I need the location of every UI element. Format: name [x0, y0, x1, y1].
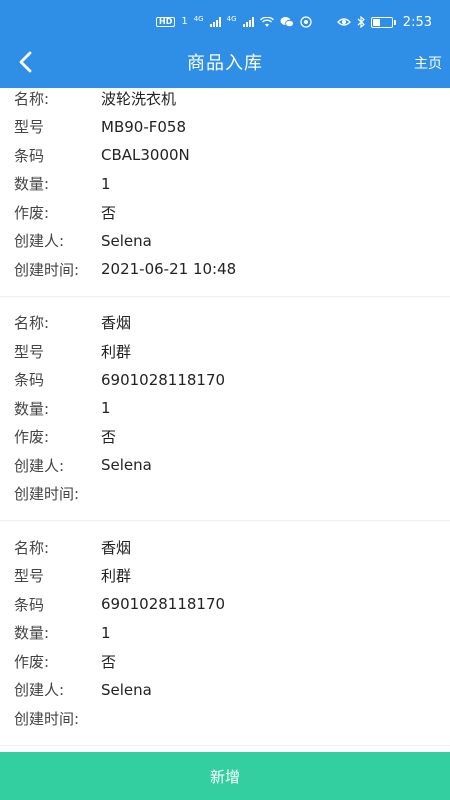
record-list[interactable]: 名称: 波轮洗衣机 型号 MB90-F058 条码 CBAL3000N 数量: 1 作废…: [0, 88, 450, 752]
label-quantity: 数量:: [14, 399, 50, 418]
label-name: 名称:: [14, 538, 50, 557]
battery-icon: [370, 16, 396, 28]
nav-bar: 商品入库 主页: [0, 44, 450, 80]
status-right: 2:53: [336, 14, 432, 30]
row-quantity: 数量: 1: [14, 170, 436, 199]
value-name: 波轮洗衣机: [101, 89, 177, 108]
row-creator: 创建人: Selena: [14, 451, 436, 480]
row-void: 作废: 否: [14, 647, 436, 676]
add-button[interactable]: 新增: [0, 752, 450, 800]
row-model: 型号 利群: [14, 337, 436, 366]
value-model: 利群: [101, 567, 132, 586]
value-created-time: 2021-06-21 10:48: [101, 260, 237, 279]
row-creator: 创建人: Selena: [14, 676, 436, 705]
row-barcode: 条码 6901028118170: [14, 590, 436, 619]
row-barcode: 条码 6901028118170: [14, 366, 436, 395]
row-created-time: 创建时间: 2021-06-21 10:48: [14, 255, 436, 284]
row-name: 名称: 香烟: [14, 533, 436, 562]
label-barcode: 条码: [14, 371, 45, 390]
page-title: 商品入库: [187, 53, 263, 74]
label-model: 型号: [14, 342, 45, 361]
wechat-icon: [280, 16, 294, 28]
label-created-time: 创建时间:: [14, 709, 80, 728]
label-void: 作废:: [14, 203, 50, 222]
chevron-left-icon: [19, 51, 32, 73]
row-barcode: 条码 CBAL3000N: [14, 141, 436, 170]
app-header: HD 1 4G 4G 2:53 商品入库 主页: [0, 0, 450, 88]
value-name: 香烟: [101, 538, 132, 557]
label-created-time: 创建时间:: [14, 485, 80, 504]
back-button[interactable]: [12, 49, 38, 75]
app-notification-icon: [299, 16, 312, 28]
row-quantity: 数量: 1: [14, 619, 436, 648]
value-barcode: CBAL3000N: [101, 146, 190, 165]
row-model: 型号 MB90-F058: [14, 113, 436, 142]
label-barcode: 条码: [14, 146, 45, 165]
network-type-2: 4G: [226, 15, 237, 23]
hd-icon: HD: [156, 17, 176, 27]
row-creator: 创建人: Selena: [14, 227, 436, 256]
label-creator: 创建人:: [14, 232, 65, 251]
label-quantity: 数量:: [14, 175, 50, 194]
row-created-time: 创建时间:: [14, 480, 436, 509]
record-card[interactable]: 名称: 波轮洗衣机 型号 MB90-F058 条码 CBAL3000N 数量: 1 作废…: [0, 88, 450, 297]
label-model: 型号: [14, 567, 45, 586]
value-quantity: 1: [101, 399, 111, 418]
value-barcode: 6901028118170: [101, 370, 226, 389]
row-void: 作废: 否: [14, 423, 436, 452]
label-creator: 创建人:: [14, 681, 65, 700]
signal-icon-1: [209, 17, 221, 27]
value-void: 否: [101, 652, 117, 671]
label-model: 型号: [14, 118, 45, 137]
value-creator: Selena: [101, 680, 152, 699]
label-quantity: 数量:: [14, 624, 50, 643]
status-bar: HD 1 4G 4G 2:53: [0, 0, 450, 44]
row-name: 名称: 香烟: [14, 309, 436, 338]
row-model: 型号 利群: [14, 562, 436, 591]
row-name: 名称: 波轮洗衣机: [14, 88, 436, 113]
row-created-time: 创建时间:: [14, 704, 436, 733]
network-type-1: 4G: [193, 15, 204, 23]
label-name: 名称:: [14, 89, 50, 108]
value-void: 否: [101, 428, 117, 447]
value-quantity: 1: [101, 623, 111, 642]
battery-level: [372, 18, 381, 26]
signal-icon-2: [242, 17, 254, 27]
value-model: MB90-F058: [101, 117, 186, 136]
wifi-icon: [259, 16, 274, 28]
label-barcode: 条码: [14, 595, 45, 614]
add-button-label: 新增: [209, 767, 240, 786]
label-creator: 创建人:: [14, 456, 65, 475]
status-left: HD 1 4G 4G: [156, 16, 312, 28]
row-void: 作废: 否: [14, 198, 436, 227]
label-void: 作废:: [14, 652, 50, 671]
home-link[interactable]: 主页: [414, 53, 442, 73]
sim-icon: 1: [181, 16, 188, 27]
value-creator: Selena: [101, 231, 152, 250]
value-creator: Selena: [101, 456, 152, 475]
status-time: 2:53: [402, 14, 432, 30]
value-model: 利群: [101, 342, 132, 361]
record-card[interactable]: 名称: 香烟 型号 利群 条码 6901028118170 数量: 1 作废: 否 创建人…: [0, 521, 450, 746]
label-created-time: 创建时间:: [14, 260, 80, 279]
label-void: 作废:: [14, 428, 50, 447]
value-void: 否: [101, 203, 117, 222]
value-quantity: 1: [101, 174, 111, 193]
record-card[interactable]: 名称: 香烟 型号 利群 条码 6901028118170 数量: 1 作废: 否 创建人…: [0, 297, 450, 521]
row-quantity: 数量: 1: [14, 394, 436, 423]
value-name: 香烟: [101, 314, 132, 333]
bluetooth-icon: [357, 16, 365, 28]
label-name: 名称:: [14, 314, 50, 333]
eye-icon: [336, 17, 351, 27]
value-barcode: 6901028118170: [101, 595, 226, 614]
